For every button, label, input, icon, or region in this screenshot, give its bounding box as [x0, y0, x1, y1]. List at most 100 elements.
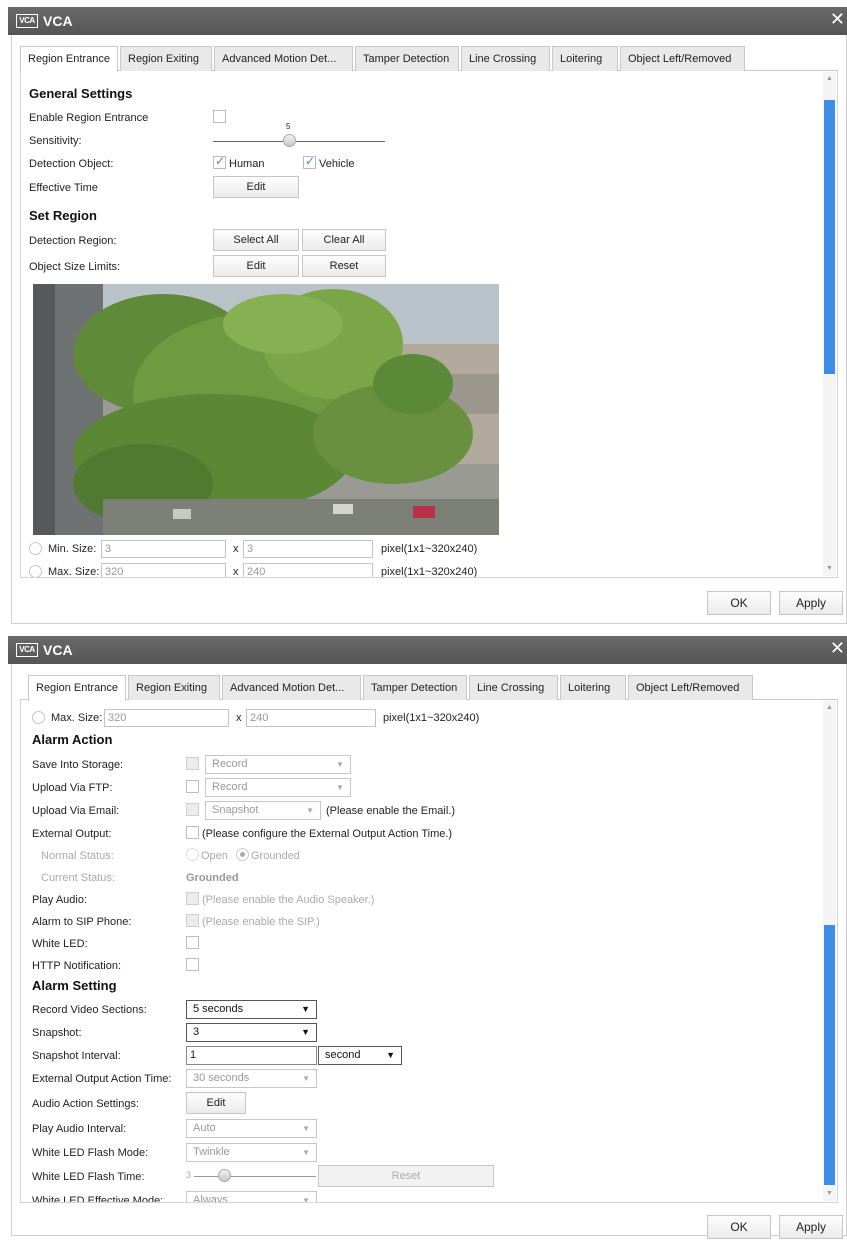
max-width-input[interactable]: 320 [104, 709, 229, 727]
sip-checkbox[interactable] [186, 914, 199, 927]
tab-region-entrance[interactable]: Region Entrance [28, 675, 126, 701]
upload-ftp-select[interactable]: Record ▼ [205, 778, 351, 797]
dialog-body: Region Entrance Region Exiting Advanced … [11, 35, 847, 624]
http-notification-checkbox[interactable] [186, 958, 199, 971]
upload-email-checkbox[interactable] [186, 803, 199, 816]
scroll-up-icon[interactable]: ▲ [823, 701, 836, 715]
max-height-input[interactable]: 240 [243, 563, 373, 577]
led-flash-time-slider-track[interactable] [194, 1176, 316, 1177]
tab-advanced-motion[interactable]: Advanced Motion Det... [214, 46, 353, 71]
scrollbar-thumb[interactable] [824, 100, 835, 374]
upload-email-label: Upload Via Email: [32, 805, 120, 817]
vehicle-checkbox[interactable] [303, 154, 316, 169]
settings-pane[interactable]: Max. Size: 320 x 240 pixel(1x1~320x240) … [20, 700, 838, 1203]
led-flash-mode-select[interactable]: Twinkle ▼ [186, 1143, 317, 1162]
record-sections-value: 5 seconds [193, 1003, 244, 1015]
led-effective-mode-select[interactable]: Always ▼ [186, 1191, 317, 1203]
min-height-input[interactable]: 3 [243, 540, 373, 558]
play-audio-checkbox[interactable] [186, 892, 199, 905]
enable-checkbox[interactable] [213, 110, 226, 123]
upload-email-select[interactable]: Snapshot ▼ [205, 801, 321, 820]
snapshot-interval-label: Snapshot Interval: [32, 1050, 121, 1062]
vca-dialog-bottom: VCA VCA ✕ Region Entrance Region Exiting… [8, 636, 847, 1239]
record-sections-select[interactable]: 5 seconds ▼ [186, 1000, 317, 1019]
audio-action-edit-button[interactable]: Edit [186, 1092, 246, 1114]
led-flash-time-reset-button[interactable]: Reset [318, 1165, 494, 1187]
human-checkbox[interactable] [213, 154, 226, 169]
tab-object-left-removed[interactable]: Object Left/Removed [628, 675, 753, 700]
max-times-label: x [236, 712, 242, 724]
tab-object-left-removed[interactable]: Object Left/Removed [620, 46, 745, 71]
close-icon[interactable]: ✕ [830, 10, 845, 28]
camera-preview[interactable] [33, 284, 499, 535]
enable-label: Enable Region Entrance [29, 112, 149, 124]
object-size-reset-button[interactable]: Reset [302, 255, 386, 277]
external-output-hint: (Please configure the External Output Ac… [202, 828, 453, 840]
tab-tamper-detection[interactable]: Tamper Detection [363, 675, 467, 700]
sip-hint: (Please enable the SIP.) [202, 916, 320, 928]
sensitivity-slider-knob[interactable] [283, 134, 296, 147]
play-audio-label: Play Audio: [32, 894, 88, 906]
ext-action-time-select[interactable]: 30 seconds ▼ [186, 1069, 317, 1088]
snapshot-interval-input[interactable]: 1 [186, 1046, 317, 1065]
white-led-checkbox[interactable] [186, 936, 199, 949]
scrollbar-thumb[interactable] [824, 925, 835, 1185]
apply-button[interactable]: Apply [779, 591, 843, 615]
ok-button[interactable]: OK [707, 1215, 771, 1239]
max-size-radio[interactable] [29, 565, 42, 577]
scroll-down-icon[interactable]: ▼ [823, 562, 836, 576]
open-radio[interactable] [186, 848, 199, 861]
tab-region-exiting[interactable]: Region Exiting [120, 46, 212, 71]
tab-loitering[interactable]: Loitering [560, 675, 626, 700]
save-storage-checkbox[interactable] [186, 757, 199, 770]
scrollbar[interactable]: ▲ ▼ [823, 72, 836, 576]
tab-region-entrance[interactable]: Region Entrance [20, 46, 118, 72]
apply-button[interactable]: Apply [779, 1215, 843, 1239]
chevron-down-icon: ▼ [302, 1196, 310, 1203]
effective-time-label: Effective Time [29, 182, 98, 194]
snapshot-select[interactable]: 3 ▼ [186, 1023, 317, 1042]
tab-tamper-detection[interactable]: Tamper Detection [355, 46, 459, 71]
ok-button[interactable]: OK [707, 591, 771, 615]
clear-all-button[interactable]: Clear All [302, 229, 386, 251]
settings-pane[interactable]: General Settings Enable Region Entrance … [20, 71, 838, 578]
tab-line-crossing[interactable]: Line Crossing [461, 46, 550, 71]
led-flash-mode-value: Twinkle [193, 1146, 230, 1158]
grounded-radio[interactable] [236, 848, 249, 861]
max-width-input[interactable]: 320 [101, 563, 226, 577]
effective-time-edit-button[interactable]: Edit [213, 176, 299, 198]
min-size-radio[interactable] [29, 542, 42, 555]
max-size-radio[interactable] [32, 711, 45, 724]
tab-advanced-motion[interactable]: Advanced Motion Det... [222, 675, 361, 700]
play-audio-interval-select[interactable]: Auto ▼ [186, 1119, 317, 1138]
select-all-button[interactable]: Select All [213, 229, 299, 251]
upload-ftp-value: Record [212, 781, 248, 793]
scroll-up-icon[interactable]: ▲ [823, 72, 836, 86]
dialog-body: Region Entrance Region Exiting Advanced … [11, 664, 847, 1239]
title-bar[interactable]: VCA VCA ✕ [8, 636, 847, 664]
snapshot-interval-unit-select[interactable]: second ▼ [318, 1046, 402, 1065]
ext-action-time-label: External Output Action Time: [32, 1073, 172, 1085]
chevron-down-icon: ▼ [301, 1004, 310, 1014]
general-settings-heading: General Settings [29, 86, 133, 101]
chevron-down-icon: ▼ [386, 1050, 395, 1060]
scroll-down-icon[interactable]: ▼ [823, 1187, 836, 1201]
scrollbar[interactable]: ▲ ▼ [823, 701, 836, 1201]
tab-region-exiting[interactable]: Region Exiting [128, 675, 220, 700]
current-status-label: Current Status: [41, 872, 115, 884]
alarm-setting-heading: Alarm Setting [32, 978, 117, 993]
title-bar[interactable]: VCA VCA ✕ [8, 7, 847, 35]
save-storage-select[interactable]: Record ▼ [205, 755, 351, 774]
external-output-checkbox[interactable] [186, 826, 199, 839]
dialog-title: VCA [43, 642, 73, 658]
tab-loitering[interactable]: Loitering [552, 46, 618, 71]
min-width-input[interactable]: 3 [101, 540, 226, 558]
tab-line-crossing[interactable]: Line Crossing [469, 675, 558, 700]
sensitivity-slider-track[interactable] [213, 141, 385, 142]
max-height-input[interactable]: 240 [246, 709, 376, 727]
led-flash-time-slider-knob[interactable] [218, 1169, 231, 1182]
upload-ftp-checkbox[interactable] [186, 780, 199, 793]
object-size-label: Object Size Limits: [29, 261, 121, 273]
object-size-edit-button[interactable]: Edit [213, 255, 299, 277]
close-icon[interactable]: ✕ [830, 639, 845, 657]
